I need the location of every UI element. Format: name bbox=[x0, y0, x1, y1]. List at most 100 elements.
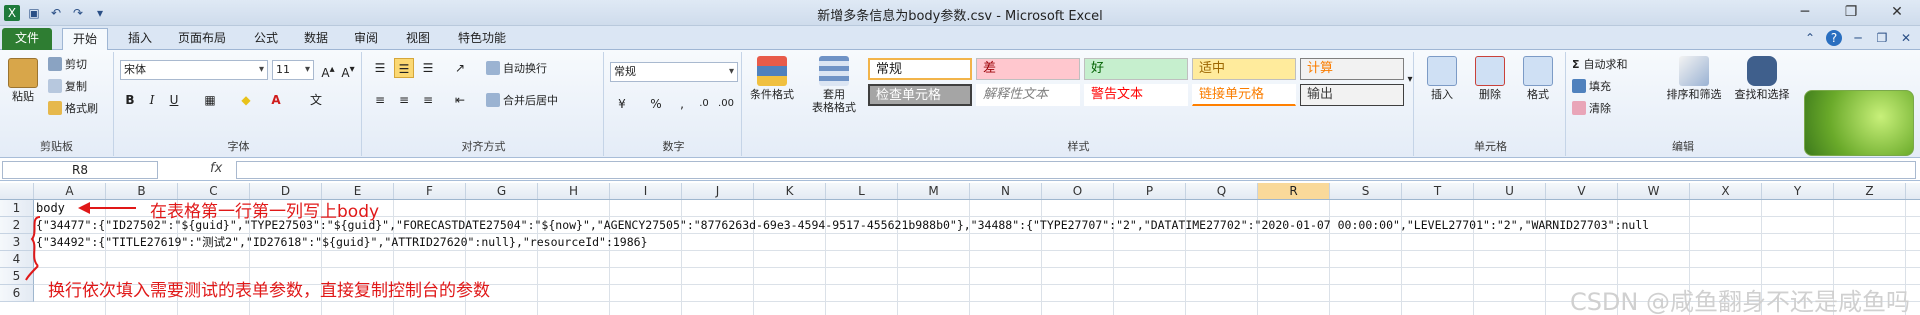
percent-icon[interactable]: % bbox=[646, 94, 666, 114]
column-header[interactable]: S bbox=[1330, 183, 1402, 199]
grow-font-icon[interactable]: A▴ bbox=[318, 60, 338, 80]
font-size-combo[interactable]: 11 bbox=[272, 60, 314, 80]
style-good[interactable]: 好 bbox=[1084, 58, 1188, 80]
workbook-restore-icon[interactable]: ❐ bbox=[1874, 30, 1890, 46]
select-all-corner[interactable] bbox=[0, 183, 34, 199]
column-header[interactable]: V bbox=[1546, 183, 1618, 199]
tab-view[interactable]: 视图 bbox=[396, 28, 440, 50]
column-header[interactable]: Y bbox=[1762, 183, 1834, 199]
format-cells-button[interactable]: 格式 bbox=[1516, 56, 1560, 101]
style-explanatory[interactable]: 解释性文本 bbox=[976, 84, 1080, 106]
tab-data[interactable]: 数据 bbox=[294, 28, 338, 50]
clear-button[interactable]: 清除 bbox=[1572, 100, 1611, 118]
shrink-font-icon[interactable]: A▾ bbox=[338, 60, 358, 80]
number-format-combo[interactable]: 常规 bbox=[610, 62, 738, 82]
workbook-close-icon[interactable]: ✕ bbox=[1898, 30, 1914, 46]
column-header[interactable]: H bbox=[538, 183, 610, 199]
style-bad[interactable]: 差 bbox=[976, 58, 1080, 80]
tab-features[interactable]: 特色功能 bbox=[448, 28, 516, 50]
editing-group: Σ 自动求和 填充 清除 排序和筛选 查找和选择 编辑 bbox=[1568, 52, 1798, 156]
tab-home[interactable]: 开始 bbox=[62, 28, 109, 50]
style-normal[interactable]: 常规 bbox=[868, 58, 972, 80]
fill-color-icon[interactable]: ◆ bbox=[236, 90, 256, 110]
column-header[interactable]: I bbox=[610, 183, 682, 199]
sort-filter-button[interactable]: 排序和筛选 bbox=[1662, 56, 1726, 101]
styles-more-icon[interactable]: ▾ bbox=[1406, 70, 1414, 90]
paste-button[interactable]: 粘贴 bbox=[6, 58, 40, 103]
align-middle-icon[interactable]: ☰ bbox=[394, 58, 414, 78]
ribbon-minimize-icon[interactable]: ⌃ bbox=[1802, 30, 1818, 46]
tab-page-layout[interactable]: 页面布局 bbox=[168, 28, 236, 50]
align-left-icon[interactable]: ≡ bbox=[370, 90, 390, 110]
style-neutral[interactable]: 适中 bbox=[1192, 58, 1296, 80]
column-header[interactable]: R bbox=[1258, 183, 1330, 199]
fill-button[interactable]: 填充 bbox=[1572, 78, 1611, 96]
column-header[interactable]: Z bbox=[1834, 183, 1906, 199]
font-name-combo[interactable]: 宋体 bbox=[120, 60, 268, 80]
column-header[interactable]: X bbox=[1690, 183, 1762, 199]
insert-function-icon[interactable]: fx bbox=[210, 161, 222, 176]
column-header[interactable]: Q bbox=[1186, 183, 1258, 199]
column-header[interactable]: G bbox=[466, 183, 538, 199]
name-box[interactable]: R8 bbox=[2, 161, 158, 179]
row-header[interactable]: 6 bbox=[0, 285, 34, 302]
align-bottom-icon[interactable]: ☰ bbox=[418, 58, 438, 78]
ribbon: 粘贴 剪切 复制 格式刷 剪贴板 宋体 11 A▴ A▾ B I U ▦ ◆ A… bbox=[0, 50, 1920, 158]
cut-button[interactable]: 剪切 bbox=[48, 56, 87, 74]
cell-a3[interactable]: {"34492":{"TITLE27619":"测试2","ID27618":"… bbox=[36, 234, 648, 251]
insert-cells-button[interactable]: 插入 bbox=[1420, 56, 1464, 101]
column-header[interactable]: U bbox=[1474, 183, 1546, 199]
font-color-icon[interactable]: A bbox=[266, 90, 286, 110]
column-header[interactable]: K bbox=[754, 183, 826, 199]
format-as-table-icon bbox=[819, 56, 849, 86]
autosum-button[interactable]: Σ 自动求和 bbox=[1572, 56, 1628, 74]
style-warning[interactable]: 警告文本 bbox=[1084, 84, 1188, 106]
decrease-indent-icon[interactable]: ⇤ bbox=[450, 90, 470, 110]
orientation-icon[interactable]: ↗ bbox=[450, 58, 470, 78]
column-header[interactable]: J bbox=[682, 183, 754, 199]
style-output[interactable]: 输出 bbox=[1300, 84, 1404, 106]
accounting-format-icon[interactable]: ¥ bbox=[612, 94, 632, 114]
wrap-text-button[interactable]: 自动换行 bbox=[486, 60, 547, 78]
style-calculation[interactable]: 计算 bbox=[1300, 58, 1404, 80]
column-header[interactable]: T bbox=[1402, 183, 1474, 199]
tab-formulas[interactable]: 公式 bbox=[244, 28, 288, 50]
underline-icon[interactable]: U bbox=[164, 90, 184, 110]
column-header[interactable]: W bbox=[1618, 183, 1690, 199]
style-linked-cell[interactable]: 链接单元格 bbox=[1192, 84, 1296, 106]
align-right-icon[interactable]: ≡ bbox=[418, 90, 438, 110]
merge-center-button[interactable]: 合并后居中 bbox=[486, 92, 558, 110]
tab-file[interactable]: 文件 bbox=[2, 28, 52, 50]
decrease-decimal-icon[interactable]: .00 bbox=[716, 94, 736, 114]
find-select-button[interactable]: 查找和选择 bbox=[1730, 56, 1794, 101]
increase-decimal-icon[interactable]: .0 bbox=[694, 94, 714, 114]
format-painter-button[interactable]: 格式刷 bbox=[48, 100, 98, 118]
tab-review[interactable]: 审阅 bbox=[344, 28, 388, 50]
column-header[interactable]: P bbox=[1114, 183, 1186, 199]
style-check-cell[interactable]: 检查单元格 bbox=[868, 84, 972, 106]
align-top-icon[interactable]: ☰ bbox=[370, 58, 390, 78]
minimize-icon[interactable]: ─ bbox=[1782, 0, 1828, 26]
tab-insert[interactable]: 插入 bbox=[118, 28, 162, 50]
formula-input[interactable] bbox=[236, 161, 1916, 179]
column-header[interactable]: N bbox=[970, 183, 1042, 199]
comma-style-icon[interactable]: , bbox=[672, 94, 692, 114]
workbook-minimize-icon[interactable]: ─ bbox=[1850, 30, 1866, 46]
column-header[interactable]: L bbox=[826, 183, 898, 199]
delete-cells-button[interactable]: 删除 bbox=[1468, 56, 1512, 101]
column-header[interactable]: A bbox=[34, 183, 106, 199]
column-header[interactable]: F bbox=[394, 183, 466, 199]
bold-icon[interactable]: B bbox=[120, 90, 140, 110]
phonetic-icon[interactable]: 文 bbox=[306, 90, 326, 110]
italic-icon[interactable]: I bbox=[142, 90, 162, 110]
close-icon[interactable]: ✕ bbox=[1874, 0, 1920, 26]
align-center-icon[interactable]: ≡ bbox=[394, 90, 414, 110]
borders-icon[interactable]: ▦ bbox=[200, 90, 220, 110]
column-header[interactable]: M bbox=[898, 183, 970, 199]
restore-icon[interactable]: ❐ bbox=[1828, 0, 1874, 26]
copy-button[interactable]: 复制 bbox=[48, 78, 87, 96]
help-icon[interactable]: ? bbox=[1826, 30, 1842, 46]
column-header[interactable]: O bbox=[1042, 183, 1114, 199]
format-as-table-button[interactable]: 套用 表格格式 bbox=[804, 56, 864, 114]
conditional-format-button[interactable]: 条件格式 bbox=[746, 56, 798, 101]
